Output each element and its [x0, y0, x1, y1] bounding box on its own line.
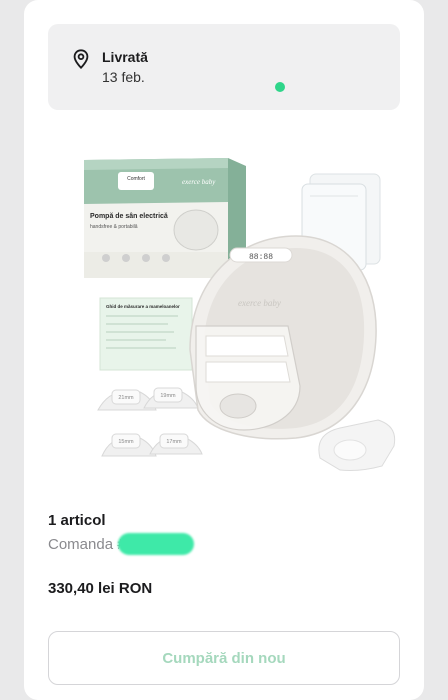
flange-inserts: 21mm 19mm 15mm 17mm: [97, 387, 203, 457]
box-subtitle: handsfree & portabilă: [90, 224, 138, 230]
order-number-redaction: [118, 533, 194, 555]
guide-title: Ghid de măsurare a mameloanelor: [106, 304, 180, 309]
sizing-guide: Ghid de măsurare a mameloanelor: [99, 297, 193, 371]
pump-brand: exerce baby: [238, 298, 281, 308]
status-dot: [275, 82, 285, 92]
flange-size-0: 21mm: [118, 395, 134, 401]
pump-display: 88:88: [249, 253, 273, 262]
product-image[interactable]: Comfort exerce baby Pompă de sân electri…: [48, 140, 400, 480]
order-card: Livrată 13 feb. Comfort exerce baby Pomp…: [24, 0, 424, 700]
delivery-status-box[interactable]: Livrată 13 feb.: [48, 24, 400, 110]
product-box: Comfort exerce baby Pompă de sân electri…: [84, 158, 246, 278]
delivery-status-label: Livrată: [102, 49, 148, 65]
box-title: Pompă de sân electrică: [90, 213, 168, 220]
order-price: 330,40 lei RON: [48, 580, 153, 597]
box-brand: exerce baby: [182, 178, 216, 186]
flange-size-3: 17mm: [166, 439, 182, 445]
order-label: Comanda #: [48, 536, 126, 553]
flange-size-1: 19mm: [160, 393, 176, 399]
flange-size-2: 15mm: [118, 439, 134, 445]
box-series: Comfort: [127, 176, 145, 182]
items-count: 1 articol: [48, 512, 106, 529]
location-pin-icon: [73, 49, 89, 70]
order-number-row: Comanda #: [48, 533, 194, 556]
buy-again-button[interactable]: Cumpără din nou: [48, 631, 400, 685]
delivery-date: 13 feb.: [102, 69, 145, 85]
